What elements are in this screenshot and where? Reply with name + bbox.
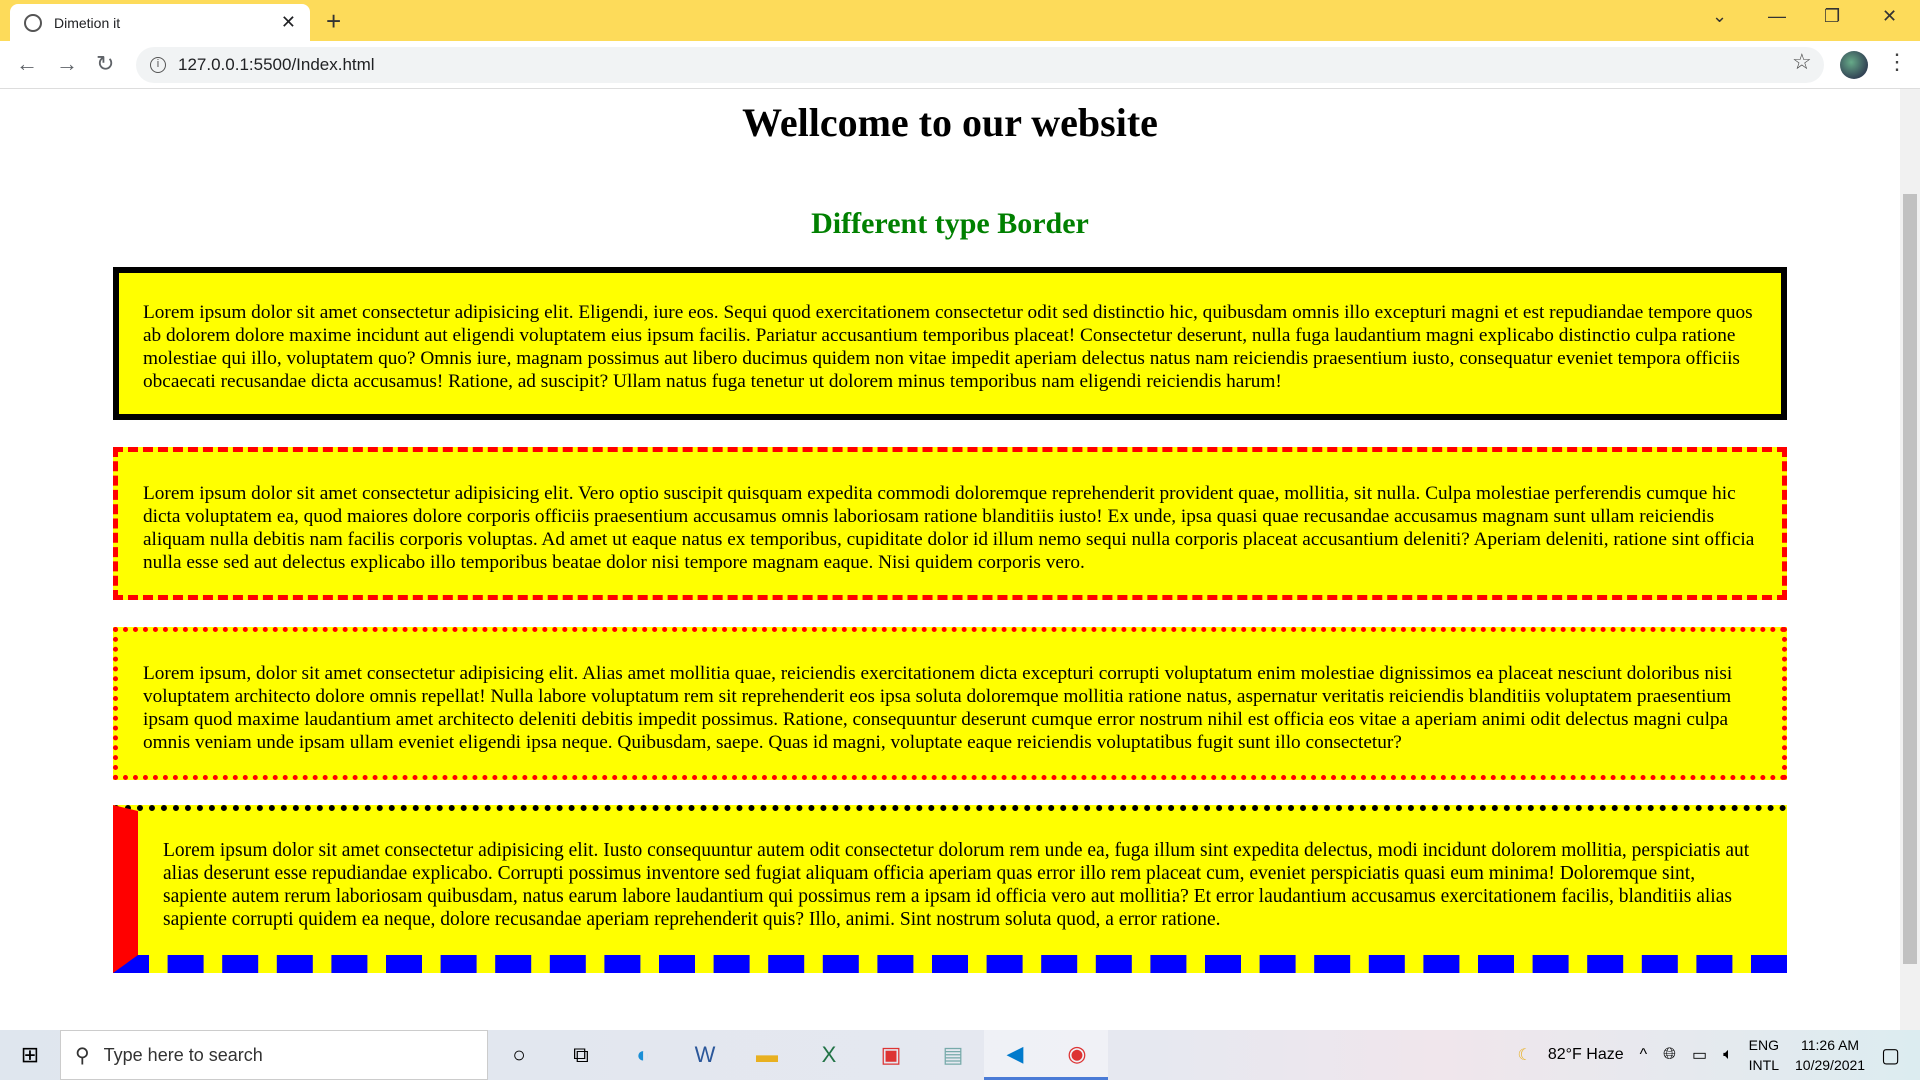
chrome-icon[interactable]: ◉ (1046, 1030, 1108, 1080)
new-tab-button[interactable]: + (326, 6, 341, 37)
address-bar[interactable]: i 127.0.0.1:5500/Index.html (136, 47, 1824, 83)
taskbar-search[interactable]: ⚲ Type here to search (60, 1030, 488, 1080)
scrollbar[interactable] (1900, 89, 1920, 1030)
notification-icon[interactable]: ▢ (1881, 1043, 1900, 1068)
lang-layout: INTL (1748, 1057, 1780, 1073)
paragraph: Lorem ipsum, dolor sit amet consectetur … (143, 663, 1733, 753)
network-icon[interactable]: 🌐︎ (1663, 1046, 1676, 1064)
app-icon[interactable]: ▤ (922, 1030, 984, 1080)
search-icon: ⚲ (75, 1044, 90, 1067)
reload-button[interactable]: ↻ (96, 51, 114, 77)
tab-bar: Dimetion it ✕ + ⌄ — ❐ ✕ (0, 0, 1920, 41)
taskbar: ⊞ ⚲ Type here to search ○ ⧉ ◐ W ▬ X ▣ ▤ … (0, 1030, 1920, 1080)
globe-icon (24, 13, 42, 32)
tab-title: Dimetion it (54, 14, 121, 31)
acrobat-icon[interactable]: ▣ (860, 1030, 922, 1080)
url-text[interactable]: 127.0.0.1:5500/Index.html (178, 55, 375, 75)
time: 11:26 AM (1800, 1037, 1860, 1053)
chevron-up-icon[interactable]: ^ (1640, 1046, 1648, 1064)
page-content: Wellcome to our website Different type B… (0, 89, 1900, 1030)
clock[interactable]: 11:26 AM 10/29/2021 (1795, 1035, 1865, 1075)
forward-button[interactable]: → (56, 51, 78, 77)
page-title: Wellcome to our website (742, 100, 1158, 145)
paragraph: Lorem ipsum dolor sit amet consectetur a… (143, 302, 1753, 392)
menu-icon[interactable]: ⋮ (1886, 49, 1908, 75)
dotted-border-box: Lorem ipsum, dolor sit amet consectetur … (113, 627, 1787, 780)
word-icon[interactable]: W (674, 1030, 736, 1080)
paragraph: Lorem ipsum dolor sit amet consectetur a… (143, 483, 1755, 573)
back-button[interactable]: ← (16, 51, 38, 77)
browser-tab[interactable]: Dimetion it ✕ (10, 4, 310, 41)
solid-border-box: Lorem ipsum dolor sit amet consectetur a… (113, 267, 1787, 420)
mixed-border-box: Lorem ipsum dolor sit amet consectetur a… (113, 805, 1787, 973)
windows-start-icon[interactable]: ⊞ (0, 1042, 60, 1068)
language-indicator[interactable]: ENG INTL (1749, 1035, 1779, 1075)
weather-text[interactable]: 82°F Haze (1548, 1046, 1624, 1064)
system-tray: ☾ 82°F Haze ^ 🌐︎ ▭ 🔈︎ ENG INTL 11:26 AM 10… (1518, 1030, 1920, 1080)
search-placeholder: Type here to search (103, 1044, 263, 1065)
battery-icon[interactable]: ▭ (1692, 1045, 1707, 1065)
cortana-icon[interactable]: ○ (488, 1030, 550, 1080)
profile-avatar[interactable] (1840, 51, 1868, 79)
vscode-icon[interactable]: ◀ (984, 1030, 1046, 1080)
lang-code: ENG (1748, 1037, 1780, 1053)
volume-icon[interactable]: 🔈︎ (1723, 1046, 1733, 1064)
excel-icon[interactable]: X (798, 1030, 860, 1080)
scrollbar-thumb[interactable] (1903, 194, 1917, 964)
close-window-button[interactable]: ✕ (1882, 6, 1897, 27)
info-icon[interactable]: i (150, 57, 166, 73)
address-toolbar: ← → ↻ i 127.0.0.1:5500/Index.html ☆ ⋮ (0, 41, 1920, 89)
date: 10/29/2021 (1795, 1057, 1866, 1073)
dashed-border-box: Lorem ipsum dolor sit amet consectetur a… (113, 447, 1787, 600)
file-explorer-icon[interactable]: ▬ (736, 1030, 798, 1080)
page-subtitle: Different type Border (811, 207, 1089, 240)
bookmark-star-icon[interactable]: ☆ (1792, 49, 1812, 75)
task-view-icon[interactable]: ⧉ (550, 1030, 612, 1080)
edge-icon[interactable]: ◐ (612, 1030, 674, 1080)
minimize-button[interactable]: — (1768, 6, 1786, 27)
close-tab-icon[interactable]: ✕ (281, 12, 296, 33)
restore-button[interactable]: ❐ (1824, 6, 1840, 27)
weather-icon[interactable]: ☾ (1518, 1045, 1532, 1065)
paragraph: Lorem ipsum dolor sit amet consectetur a… (163, 840, 1750, 930)
tab-search-icon[interactable]: ⌄ (1712, 6, 1727, 27)
